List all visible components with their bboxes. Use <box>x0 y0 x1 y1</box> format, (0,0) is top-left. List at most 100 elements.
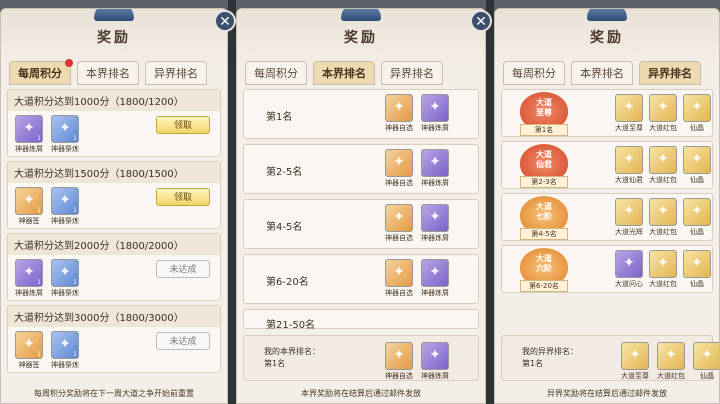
reward-item-icon: ✦ <box>649 146 677 174</box>
item-symbol-icon: ✦ <box>23 192 35 208</box>
footer-note: 本界奖励将在结算后通过邮件发放 <box>301 389 421 398</box>
reward-item[interactable]: ✦ 大道至尊 <box>620 342 650 381</box>
close-button[interactable]: ✕ <box>214 10 236 32</box>
reward-item[interactable]: ✦ 1 神器祭炼 <box>50 187 80 226</box>
reward-item[interactable]: ✦ 神器炼屑 <box>420 259 450 298</box>
reward-item-name: 神器炼屑 <box>421 289 449 297</box>
reward-item[interactable]: ✦ 1 神器炼屑 <box>14 115 44 154</box>
tab-local-rank[interactable]: 本界排名 <box>77 61 139 85</box>
item-symbol-icon: ✦ <box>691 99 703 115</box>
reward-item[interactable]: ✦ 神器炼屑 <box>420 149 450 188</box>
reward-item[interactable]: ✦ 1 神器祭炼 <box>50 259 80 298</box>
reward-item[interactable]: ✦ 1 神器签 <box>14 187 44 226</box>
tab-bar: 每周积分 本界排名 异界排名 <box>9 59 219 85</box>
not-reached-button[interactable]: 未达成 <box>156 260 210 278</box>
reward-item-name: 神器祭炼 <box>51 145 79 153</box>
rank-reward-row: 第2-5名 ✦ 神器自选 ✦ 神器炼屑 <box>243 144 479 194</box>
reward-item-name: 神器炼屑 <box>421 124 449 132</box>
item-symbol-icon: ✦ <box>629 347 641 363</box>
item-symbol-icon: ✦ <box>429 154 441 170</box>
reward-item-name: 神器炼屑 <box>421 234 449 242</box>
reward-item-name: 神器炼屑 <box>421 372 449 380</box>
reward-item[interactable]: ✦ 1 神器祭炼 <box>50 115 80 154</box>
rank-range: 第2-5名 <box>266 167 303 178</box>
rank-reward-row: 第6-20名 ✦ 神器自选 ✦ 神器炼屑 <box>243 254 479 304</box>
tab-other-realm-rank[interactable]: 异界排名 <box>639 61 701 85</box>
panel-title: 奖励 <box>97 30 131 46</box>
panel-title: 奖励 <box>590 30 624 46</box>
item-count: 1 <box>37 207 41 214</box>
reward-item[interactable]: ✦ 神器自选 <box>384 94 414 133</box>
rank-range: 第2-3名 <box>520 176 568 188</box>
reward-condition: 大道积分达到1500分（1800/1500） <box>8 162 220 183</box>
tab-weekly-points[interactable]: 每周积分 <box>9 59 73 85</box>
item-symbol-icon: ✦ <box>691 203 703 219</box>
reward-item[interactable]: ✦ 1 神器祭炼 <box>50 331 80 370</box>
reward-item[interactable]: ✦ 大道至尊 <box>614 94 644 133</box>
reward-item[interactable]: ✦ 大道红包 <box>648 198 678 237</box>
reward-item-name: 神器签 <box>18 361 40 369</box>
reward-condition: 大道积分达到3000分（1800/3000） <box>8 306 220 327</box>
reward-item-name: 神器自选 <box>385 124 413 132</box>
reward-item[interactable]: ✦ 神器炼屑 <box>420 204 450 243</box>
reward-item[interactable]: ✦ 大道仙君 <box>614 146 644 185</box>
panel-divider <box>228 0 236 404</box>
claim-button[interactable]: 领取 <box>156 188 210 206</box>
reward-item-icon: ✦ <box>649 94 677 122</box>
tab-weekly-points[interactable]: 每周积分 <box>503 61 565 85</box>
weekly-reward-card: 大道积分达到2000分（1800/2000） ✦ 1 神器炼屑 ✦ 1 神器祭炼 未达成 <box>7 233 221 301</box>
reward-condition: 大道积分达到1000分（1800/1200） <box>8 90 220 111</box>
footer-note: 异界奖励将在结算后通过邮件发放 <box>547 389 667 398</box>
reward-item[interactable]: ✦ 神器炼屑 <box>420 342 450 381</box>
reward-item[interactable]: ✦ 大道光辉 <box>614 198 644 237</box>
claim-button[interactable]: 领取 <box>156 116 210 134</box>
reward-item[interactable]: ✦ 1 神器炼屑 <box>14 259 44 298</box>
reward-item[interactable]: ✦ 1 神器签 <box>14 331 44 370</box>
tab-local-rank[interactable]: 本界排名 <box>571 61 633 85</box>
rank-reward-row: 大道 六阶 第6-20名 ✦ 大道问心 ✦ 大道红包 ✦ 仙晶 <box>501 245 713 293</box>
reward-item-name: 仙晶 <box>690 280 704 288</box>
reward-item[interactable]: ✦ 仙晶 <box>682 198 712 237</box>
title-crest-icon <box>341 9 381 21</box>
tab-local-rank[interactable]: 本界排名 <box>313 61 375 85</box>
reward-item[interactable]: ✦ 神器自选 <box>384 259 414 298</box>
tab-other-realm-rank[interactable]: 异界排名 <box>381 61 443 85</box>
reward-item[interactable]: ✦ 仙晶 <box>682 94 712 133</box>
reward-panel-other-realm: 奖励 每周积分 本界排名 异界排名 大道 至尊 第1名 ✦ 大道至尊 ✦ 大道红包 ✦ 仙晶大… <box>494 8 720 404</box>
title-crest-icon <box>587 9 627 21</box>
panel-title: 奖励 <box>344 30 378 46</box>
reward-item[interactable]: ✦ 大道红包 <box>648 250 678 289</box>
reward-item-icon: ✦ <box>615 250 643 278</box>
reward-item-name: 神器炼屑 <box>15 145 43 153</box>
reward-item[interactable]: ✦ 大道红包 <box>656 342 686 381</box>
item-symbol-icon: ✦ <box>623 203 635 219</box>
item-symbol-icon: ✦ <box>23 336 35 352</box>
item-symbol-icon: ✦ <box>691 151 703 167</box>
item-symbol-icon: ✦ <box>59 336 71 352</box>
reward-item[interactable]: ✦ 神器自选 <box>384 149 414 188</box>
rank-reward-row: 第1名 ✦ 神器自选 ✦ 神器炼屑 <box>243 89 479 139</box>
close-button[interactable]: ✕ <box>470 10 492 32</box>
reward-item[interactable]: ✦ 大道红包 <box>648 146 678 185</box>
reward-item[interactable]: ✦ 大道问心 <box>614 250 644 289</box>
tab-other-realm-rank[interactable]: 异界排名 <box>145 61 207 85</box>
reward-item[interactable]: ✦ 仙晶 <box>682 250 712 289</box>
rank-range: 第4-5名 <box>266 222 303 233</box>
item-symbol-icon: ✦ <box>429 209 441 225</box>
reward-item[interactable]: ✦ 神器自选 <box>384 342 414 381</box>
reward-item[interactable]: ✦ 仙晶 <box>692 342 719 381</box>
reward-item[interactable]: ✦ 大道红包 <box>648 94 678 133</box>
reward-item[interactable]: ✦ 神器炼屑 <box>420 94 450 133</box>
reward-item-icon: ✦ <box>421 342 449 370</box>
reward-item[interactable]: ✦ 仙晶 <box>682 146 712 185</box>
reward-item-name: 神器自选 <box>385 372 413 380</box>
reward-item-icon: ✦ 1 <box>15 187 43 215</box>
item-symbol-icon: ✦ <box>429 99 441 115</box>
not-reached-button[interactable]: 未达成 <box>156 332 210 350</box>
tab-bar: 每周积分 本界排名 异界排名 <box>245 61 477 85</box>
reward-item-name: 神器祭炼 <box>51 361 79 369</box>
reward-item-icon: ✦ <box>385 94 413 122</box>
item-symbol-icon: ✦ <box>623 255 635 271</box>
tab-weekly-points[interactable]: 每周积分 <box>245 61 307 85</box>
reward-item[interactable]: ✦ 神器自选 <box>384 204 414 243</box>
